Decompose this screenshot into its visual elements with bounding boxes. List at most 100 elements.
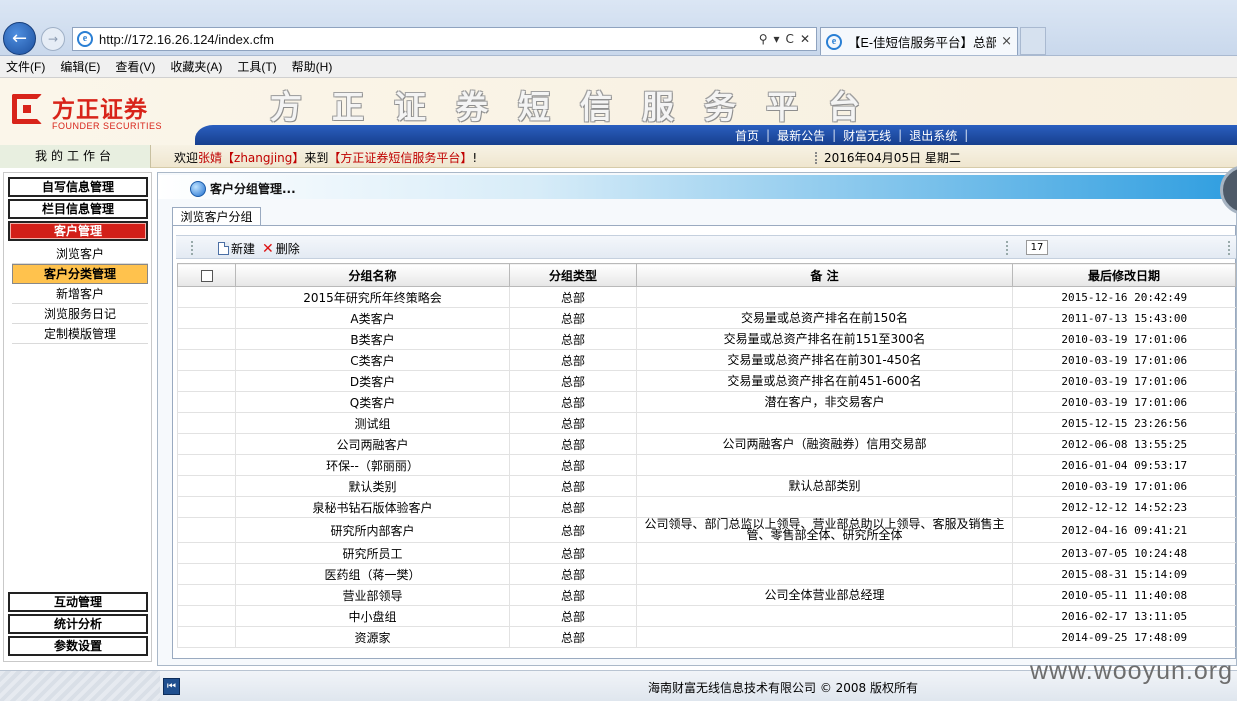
link-home[interactable]: 首页 bbox=[735, 127, 759, 144]
refresh-icon[interactable]: C bbox=[786, 32, 794, 46]
remark-cell bbox=[636, 412, 1013, 434]
welcome-mid: 来到 bbox=[304, 151, 329, 165]
remark-cell bbox=[636, 626, 1013, 648]
row-select-cell[interactable] bbox=[177, 542, 236, 564]
new-button[interactable]: 新建 bbox=[218, 240, 255, 257]
browser-tab[interactable]: e 【E-佳短信服务平台】总部... × bbox=[820, 27, 1018, 55]
dropdown-icon[interactable]: ▾ bbox=[774, 32, 780, 46]
table-row[interactable]: 资源家 总部 2014-09-25 17:48:09 bbox=[177, 626, 1236, 648]
row-select-cell[interactable] bbox=[177, 370, 236, 392]
sidebar-menu-self-info[interactable]: 自写信息管理 bbox=[8, 177, 148, 197]
col-last-modified[interactable]: 最后修改日期 bbox=[1012, 263, 1236, 287]
address-tools: ⚲ ▾ C ✕ bbox=[759, 32, 816, 46]
row-select-cell[interactable] bbox=[177, 475, 236, 497]
table-row[interactable]: 中小盘组 总部 2016-02-17 13:11:05 bbox=[177, 605, 1236, 627]
link-wealth-wireless[interactable]: 财富无线 bbox=[843, 127, 891, 144]
menu-help[interactable]: 帮助(H) bbox=[292, 58, 333, 75]
table-row[interactable]: 2015年研究所年终策略会 总部 2015-12-16 20:42:49 bbox=[177, 286, 1236, 308]
back-arrow-icon[interactable]: ← bbox=[3, 22, 36, 55]
table-row[interactable]: A类客户 总部 交易量或总资产排名在前150名 2011-07-13 15:43:00 bbox=[177, 307, 1236, 329]
row-select-cell[interactable] bbox=[177, 286, 236, 308]
row-select-cell[interactable] bbox=[177, 391, 236, 413]
sidebar-menu-settings[interactable]: 参数设置 bbox=[8, 636, 148, 656]
remark-cell bbox=[636, 605, 1013, 627]
link-latest-notice[interactable]: 最新公告 bbox=[777, 127, 825, 144]
remark-cell: 潜在客户，非交易客户 bbox=[636, 391, 1013, 413]
group-name-cell: Q类客户 bbox=[235, 391, 510, 413]
table-row[interactable]: B类客户 总部 交易量或总资产排名在前151至300名 2010-03-19 17:0… bbox=[177, 328, 1236, 350]
row-select-cell[interactable] bbox=[177, 328, 236, 350]
sidebar-menu-customer[interactable]: 客户管理 bbox=[8, 221, 148, 241]
link-logout[interactable]: 退出系统 bbox=[909, 127, 957, 144]
forward-arrow-icon[interactable]: → bbox=[41, 27, 65, 51]
row-select-cell[interactable] bbox=[177, 412, 236, 434]
menu-tools[interactable]: 工具(T) bbox=[237, 58, 276, 75]
group-name-cell: 环保--（郭丽丽） bbox=[235, 454, 510, 476]
search-icon[interactable]: ⚲ bbox=[759, 32, 768, 46]
stop-icon[interactable]: ✕ bbox=[800, 32, 810, 46]
menu-edit[interactable]: 编辑(E) bbox=[60, 58, 100, 75]
sidebar-menu-interaction[interactable]: 互动管理 bbox=[8, 592, 148, 612]
row-select-cell[interactable] bbox=[177, 563, 236, 585]
ie-icon: e bbox=[77, 31, 93, 47]
table-row[interactable]: Q类客户 总部 潜在客户，非交易客户 2010-03-19 17:01:06 bbox=[177, 391, 1236, 413]
remark-cell bbox=[636, 286, 1013, 308]
new-tab-button[interactable] bbox=[1020, 27, 1046, 55]
grip-icon bbox=[191, 241, 195, 255]
sidebar-item-service-log[interactable]: 浏览服务日记 bbox=[12, 304, 148, 324]
welcome-suffix: ! bbox=[472, 151, 478, 165]
nav-separator: | bbox=[832, 128, 837, 142]
group-type-cell: 总部 bbox=[509, 328, 637, 350]
row-select-cell[interactable] bbox=[177, 496, 236, 518]
table-row[interactable]: 默认类别 总部 默认总部类别 2010-03-19 17:01:06 bbox=[177, 475, 1236, 497]
group-type-cell: 总部 bbox=[509, 454, 637, 476]
menu-view[interactable]: 查看(V) bbox=[115, 58, 155, 75]
collapse-sidebar-icon[interactable]: ⏮ bbox=[163, 678, 180, 695]
select-all-checkbox[interactable] bbox=[200, 269, 213, 282]
sidebar-menu-column-info[interactable]: 栏目信息管理 bbox=[8, 199, 148, 219]
col-remark[interactable]: 备 注 bbox=[636, 263, 1013, 287]
sidebar-item-add-customer[interactable]: 新增客户 bbox=[12, 284, 148, 304]
panel-title-bar: 客户分组管理... bbox=[158, 175, 1237, 199]
sidebar-item-customer-category[interactable]: 客户分类管理 bbox=[12, 264, 148, 284]
table-row[interactable]: 研究所员工 总部 2013-07-05 10:24:48 bbox=[177, 542, 1236, 564]
table-row[interactable]: C类客户 总部 交易量或总资产排名在前301-450名 2010-03-19 17:0… bbox=[177, 349, 1236, 371]
welcome-prefix: 欢迎 bbox=[174, 151, 199, 165]
select-all-header[interactable] bbox=[177, 263, 236, 287]
menu-favorites[interactable]: 收藏夹(A) bbox=[170, 58, 222, 75]
row-select-cell[interactable] bbox=[177, 349, 236, 371]
address-bar[interactable]: e http://172.16.26.124/index.cfm ⚲ ▾ C ✕ bbox=[72, 27, 817, 51]
menu-file[interactable]: 文件(F) bbox=[6, 58, 45, 75]
table-row[interactable]: 测试组 总部 2015-12-15 23:26:56 bbox=[177, 412, 1236, 434]
delete-button[interactable]: ✕ 删除 bbox=[262, 240, 300, 257]
row-select-cell[interactable] bbox=[177, 517, 236, 543]
logo-en-text: FOUNDER SECURITIES bbox=[52, 121, 163, 131]
sidebar-menu-statistics[interactable]: 统计分析 bbox=[8, 614, 148, 634]
group-type-cell: 总部 bbox=[509, 626, 637, 648]
url-text[interactable]: http://172.16.26.124/index.cfm bbox=[99, 32, 759, 47]
workbench-label[interactable]: 我的工作台 bbox=[0, 145, 151, 168]
table-row[interactable]: 环保--（郭丽丽） 总部 2016-01-04 09:53:17 bbox=[177, 454, 1236, 476]
row-select-cell[interactable] bbox=[177, 307, 236, 329]
table-row[interactable]: 医药组（蒋一樊） 总部 2015-08-31 15:14:09 bbox=[177, 563, 1236, 585]
group-name-cell: D类客户 bbox=[235, 370, 510, 392]
last-modified-cell: 2015-12-16 20:42:49 bbox=[1012, 286, 1236, 308]
tab-close-icon[interactable]: × bbox=[996, 34, 1017, 49]
tab-browse-groups[interactable]: 浏览客户分组 bbox=[172, 207, 261, 226]
table-row[interactable]: 营业部领导 总部 公司全体营业部总经理 2010-05-11 11:40:08 bbox=[177, 584, 1236, 606]
table-row[interactable]: 泉秘书钻石版体验客户 总部 2012-12-12 14:52:23 bbox=[177, 496, 1236, 518]
row-select-cell[interactable] bbox=[177, 626, 236, 648]
table-row[interactable]: D类客户 总部 交易量或总资产排名在前451-600名 2010-03-19 17:0… bbox=[177, 370, 1236, 392]
row-select-cell[interactable] bbox=[177, 433, 236, 455]
row-select-cell[interactable] bbox=[177, 454, 236, 476]
table-row[interactable]: 公司两融客户 总部 公司两融客户（融资融券）信用交易部 2012-06-08 13:5… bbox=[177, 433, 1236, 455]
col-group-type[interactable]: 分组类型 bbox=[509, 263, 637, 287]
platform-title: 方正证券短信服务平台 bbox=[270, 88, 891, 126]
sidebar-item-template[interactable]: 定制模版管理 bbox=[12, 324, 148, 344]
row-select-cell[interactable] bbox=[177, 584, 236, 606]
table-row[interactable]: 研究所内部客户 总部 公司领导、部门总监以上领导、营业部总助以上领导、客服及销售主管… bbox=[177, 517, 1236, 543]
panel-title: 客户分组管理... bbox=[210, 182, 296, 196]
sidebar-item-browse-customer[interactable]: 浏览客户 bbox=[12, 244, 148, 264]
row-select-cell[interactable] bbox=[177, 605, 236, 627]
col-group-name[interactable]: 分组名称 bbox=[235, 263, 510, 287]
